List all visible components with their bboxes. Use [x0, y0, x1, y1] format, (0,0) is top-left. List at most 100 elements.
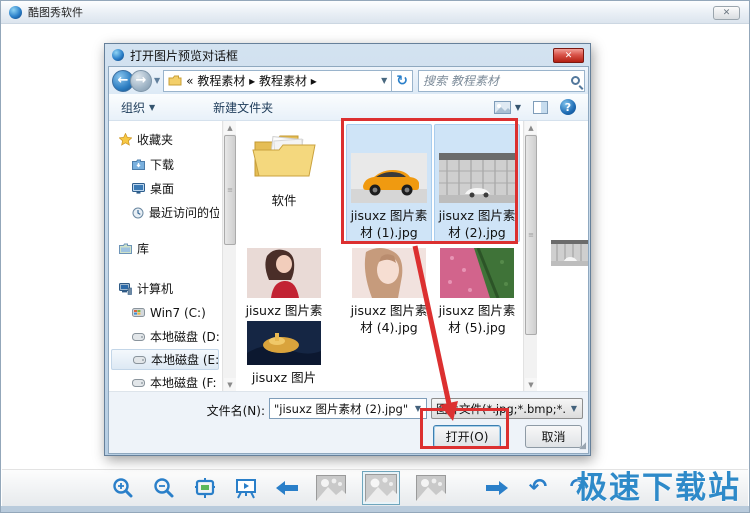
- scrollbar-thumb[interactable]: ≡: [525, 135, 537, 335]
- refresh-button[interactable]: ↻: [392, 70, 413, 92]
- sidebar-item-computer[interactable]: 计算机: [111, 278, 219, 299]
- image-mode-2-button[interactable]: [362, 471, 400, 505]
- computer-icon: [119, 283, 132, 295]
- search-input[interactable]: [423, 74, 571, 88]
- dialog-footer: 文件名(N): "jisuxz 图片素材 (2).jpg" "jisuxz ▼ …: [109, 391, 588, 453]
- forward-button[interactable]: →: [130, 70, 152, 92]
- clock-icon: [132, 207, 144, 219]
- file-tile-5[interactable]: jisuxz 图片素材 (5).jpg: [434, 244, 520, 336]
- file-label: jisuxz 图片素材 (5).jpg: [435, 302, 519, 336]
- image-mode-icon: [316, 475, 346, 501]
- sidebar-item-recent-places[interactable]: 最近访问的位: [111, 202, 219, 223]
- slideshow-button[interactable]: [233, 475, 259, 501]
- next-image-button[interactable]: [484, 475, 510, 501]
- help-icon[interactable]: ?: [560, 99, 576, 115]
- views-icon: [494, 101, 511, 114]
- chevron-down-icon: ▼: [515, 103, 521, 112]
- file-tile-1[interactable]: jisuxz 图片素材 (1).jpg: [346, 124, 432, 242]
- monitor-icon: [132, 183, 145, 194]
- thumbnail-woman-portrait: [352, 248, 426, 298]
- drive-icon: [133, 356, 146, 364]
- folder-icon: [168, 75, 182, 86]
- sidebar-item-drive-f[interactable]: 本地磁盘 (F:: [111, 372, 219, 391]
- filetype-combobox[interactable]: 图片文件(*.jpg;*.bmp;*.ico;*.p ▼: [431, 398, 583, 419]
- sidebar-item-drive-e[interactable]: 本地磁盘 (E:: [111, 349, 219, 370]
- sidebar-item-favorites[interactable]: 收藏夹: [111, 129, 219, 150]
- thumbnail-flower-field: [440, 248, 514, 298]
- filetype-value: 图片文件(*.jpg;*.bmp;*.ico;*.p: [432, 401, 566, 417]
- app-close-button[interactable]: ✕: [713, 6, 740, 20]
- windows-drive-icon: [132, 308, 145, 317]
- organize-button[interactable]: 组织▼: [121, 99, 155, 116]
- file-tile-4[interactable]: jisuxz 图片素材 (4).jpg: [346, 244, 432, 336]
- sidebar-scrollbar[interactable]: ▲ ≡ ▼: [222, 121, 236, 391]
- breadcrumb-path: « 教程素材 ▸ 教程素材 ▸: [186, 72, 377, 89]
- image-mode-1-button[interactable]: [315, 474, 347, 502]
- scroll-down-icon[interactable]: ▼: [525, 378, 537, 391]
- sidebar-item-downloads[interactable]: 下载: [111, 154, 219, 175]
- chevron-down-icon[interactable]: ▼: [566, 404, 582, 413]
- zoom-in-button[interactable]: [110, 475, 136, 501]
- zoom-in-icon: [112, 477, 134, 499]
- address-bar: ← → ▼ « 教程素材 ▸ 教程素材 ▸ ▼ ↻: [109, 67, 588, 94]
- undo-icon: ↶: [529, 477, 547, 499]
- fit-screen-icon: [193, 477, 217, 499]
- app-icon: [9, 6, 22, 19]
- drive-icon: [132, 333, 145, 341]
- file-list-scrollbar[interactable]: ▲ ≡ ▼: [523, 121, 537, 391]
- dialog-close-button[interactable]: ✕: [553, 48, 584, 63]
- folder-icon: [251, 130, 317, 188]
- sidebar-item-drive-c[interactable]: Win7 (C:): [111, 302, 219, 323]
- image-mode-icon-selected: [365, 474, 397, 502]
- scroll-up-icon[interactable]: ▲: [224, 121, 236, 134]
- thumbnail-woman-red-dress: [247, 248, 321, 298]
- image-mode-3-button[interactable]: [415, 474, 447, 502]
- file-label: jisuxz 图片素材 (4).jpg: [347, 302, 431, 336]
- open-file-dialog: 打开图片预览对话框 ✕ ← → ▼ « 教程素材 ▸ 教程素材 ▸ ▼ ↻: [104, 43, 591, 456]
- watermark: 极速下载站: [576, 462, 741, 507]
- file-label: 软件: [242, 192, 326, 209]
- scroll-down-icon[interactable]: ▼: [224, 378, 236, 391]
- breadcrumb-dropdown-icon[interactable]: ▼: [381, 76, 387, 85]
- dialog-titlebar[interactable]: 打开图片预览对话框: [105, 44, 590, 66]
- new-folder-button[interactable]: 新建文件夹: [213, 99, 273, 116]
- scroll-up-icon[interactable]: ▲: [525, 121, 537, 134]
- open-button[interactable]: 打开(O): [433, 425, 501, 448]
- fit-screen-button[interactable]: [192, 475, 218, 501]
- filename-label: 文件名(N):: [149, 402, 265, 419]
- sidebar-item-libraries[interactable]: 库: [111, 238, 219, 259]
- download-folder-icon: [132, 159, 145, 170]
- chevron-down-icon: ▼: [149, 103, 155, 112]
- drive-icon: [132, 379, 145, 387]
- dialog-title: 打开图片预览对话框: [130, 47, 238, 64]
- zoom-out-icon: [153, 477, 175, 499]
- zoom-out-button[interactable]: [151, 475, 177, 501]
- window-bottom-edge: [1, 506, 749, 513]
- arrow-right-icon: [485, 480, 509, 496]
- file-label: jisuxz 图片素材 (2).jpg: [435, 207, 519, 241]
- file-tile-folder[interactable]: 软件: [241, 124, 327, 242]
- file-tile-6[interactable]: jisuxz 图片: [241, 321, 327, 386]
- undo-button[interactable]: ↶: [525, 475, 551, 501]
- sidebar-item-drive-d[interactable]: 本地磁盘 (D:: [111, 326, 219, 347]
- app-window: 酷图秀软件 ✕ 打开图片预览对话框 ✕ ← → ▼ « 教程素材 ▸ 教程素材 …: [0, 0, 750, 513]
- resize-grip[interactable]: ◢: [579, 441, 586, 451]
- file-label: jisuxz 图片素材 (1).jpg: [347, 207, 431, 241]
- scrollbar-thumb[interactable]: ≡: [224, 135, 236, 245]
- previous-image-button[interactable]: [274, 475, 300, 501]
- search-box[interactable]: [418, 70, 585, 92]
- breadcrumb[interactable]: « 教程素材 ▸ 教程素材 ▸ ▼: [163, 70, 392, 92]
- filename-combobox[interactable]: "jisuxz 图片素材 (2).jpg" "jisuxz ▼: [269, 398, 427, 419]
- nav-history-dropdown-icon[interactable]: ▼: [154, 76, 160, 85]
- preview-thumbnail: [551, 240, 588, 266]
- preview-pane-icon[interactable]: [533, 101, 548, 114]
- cancel-button[interactable]: 取消: [525, 425, 582, 448]
- star-icon: [119, 133, 132, 146]
- file-tile-2[interactable]: jisuxz 图片素材 (2).jpg: [434, 124, 520, 242]
- search-icon[interactable]: [571, 76, 580, 85]
- sidebar-item-desktop[interactable]: 桌面: [111, 178, 219, 199]
- thumbnail-night-castle: [247, 321, 321, 365]
- views-button[interactable]: ▼: [494, 101, 521, 114]
- library-icon: [119, 243, 132, 254]
- chevron-down-icon[interactable]: ▼: [410, 404, 426, 413]
